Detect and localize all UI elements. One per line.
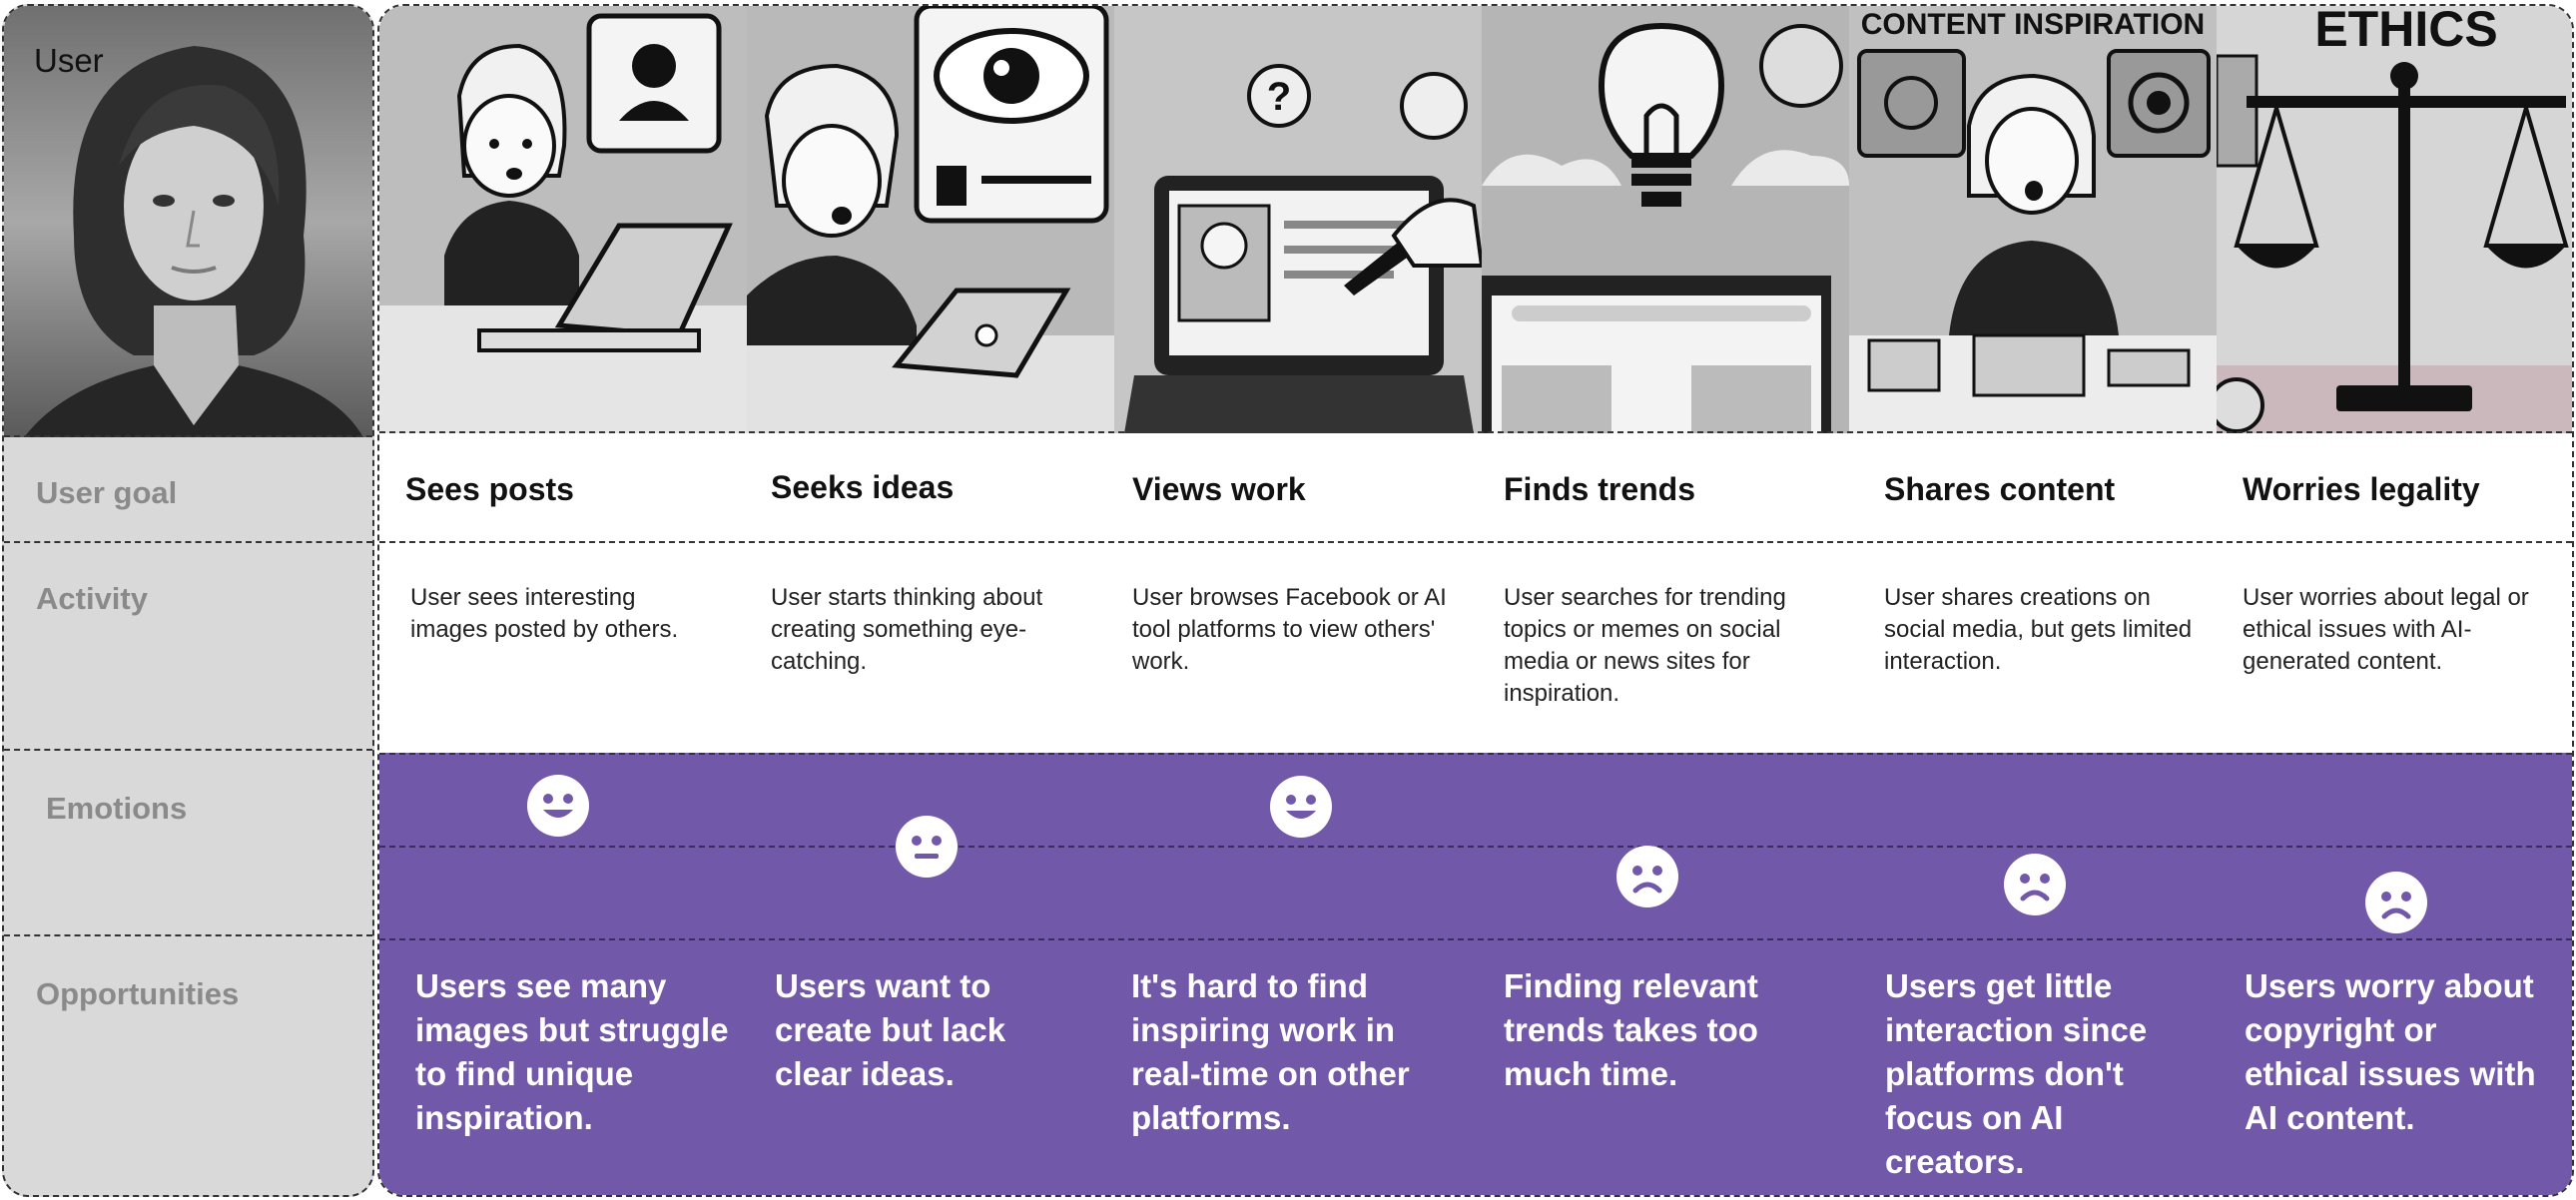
- opportunity-seeks-ideas: Users want to create but lack clear idea…: [775, 967, 1006, 1092]
- goal-views-work: Views work: [1132, 471, 1306, 507]
- sad-face-icon: [2365, 872, 2427, 933]
- divider: [4, 749, 372, 751]
- opportunity-views-work: It's hard to find inspiring work in real…: [1131, 967, 1410, 1136]
- goal-seeks-ideas: Seeks ideas: [771, 469, 955, 505]
- svg-text:?: ?: [1267, 75, 1291, 119]
- row-label-column: User User goal Activity Emotions Opportu…: [2, 4, 374, 1197]
- sad-face-icon: [2004, 854, 2066, 915]
- illustration-shares-content: CONTENT INSPIRATION: [1849, 6, 2217, 433]
- activity-finds-trends: User searches for trending topics or mem…: [1504, 584, 1786, 707]
- activity-sees-posts: User sees interesting images posted by o…: [410, 584, 679, 643]
- row-label-activity: Activity: [36, 581, 148, 616]
- row-label-user-goal: User goal: [36, 475, 178, 510]
- activity-worries-legality: User worries about legal or ethical issu…: [2243, 584, 2529, 675]
- illustration-finds-trends: [1482, 6, 1849, 433]
- journey-board: ? CONTENT INSPIRATION ETHICS Sees posts …: [377, 4, 2574, 1197]
- illustration-worries-legality: ETHICS: [2217, 6, 2572, 433]
- activity-seeks-ideas: User starts thinking about creating some…: [771, 584, 1043, 675]
- sad-face-icon: [1616, 846, 1678, 907]
- opportunity-worries-legality: Users worry about copyright or ethical i…: [2245, 967, 2536, 1136]
- row-label-opportunities: Opportunities: [36, 976, 240, 1011]
- smile-face-icon: [527, 775, 589, 837]
- goal-finds-trends: Finds trends: [1504, 471, 1696, 507]
- smile-face-icon: [1270, 776, 1332, 838]
- divider: [379, 938, 2572, 940]
- illustration-sees-posts: [379, 6, 747, 433]
- opportunity-finds-trends: Finding relevant trends takes too much t…: [1504, 967, 1758, 1092]
- opportunity-shares-content: Users get little interaction since platf…: [1885, 967, 2148, 1180]
- divider: [379, 431, 2572, 433]
- illustration-seeks-ideas: [747, 6, 1114, 433]
- emotion-midline: [379, 846, 2572, 848]
- row-label-emotions: Emotions: [46, 791, 188, 826]
- activity-shares-content: User shares creations on social media, b…: [1884, 584, 2193, 675]
- divider: [4, 934, 372, 936]
- activity-views-work: User browses Facebook or AI tool platfor…: [1132, 584, 1447, 675]
- divider: [379, 753, 2572, 755]
- illustration-caption-ethics: ETHICS: [2314, 6, 2497, 57]
- goal-sees-posts: Sees posts: [405, 471, 574, 507]
- neutral-face-icon: [896, 816, 958, 878]
- opportunity-sees-posts: Users see many images but struggle to fi…: [415, 967, 729, 1136]
- goal-worries-legality: Worries legality: [2243, 471, 2480, 507]
- illustration-caption-content-inspiration: CONTENT INSPIRATION: [1861, 8, 2205, 41]
- divider: [379, 541, 2572, 543]
- divider: [4, 435, 372, 437]
- divider: [4, 541, 372, 543]
- user-label: User: [34, 42, 104, 79]
- illustration-row: ? CONTENT INSPIRATION ETHICS: [379, 6, 2572, 433]
- illustration-views-work: ?: [1114, 6, 1482, 433]
- goal-shares-content: Shares content: [1884, 471, 2116, 507]
